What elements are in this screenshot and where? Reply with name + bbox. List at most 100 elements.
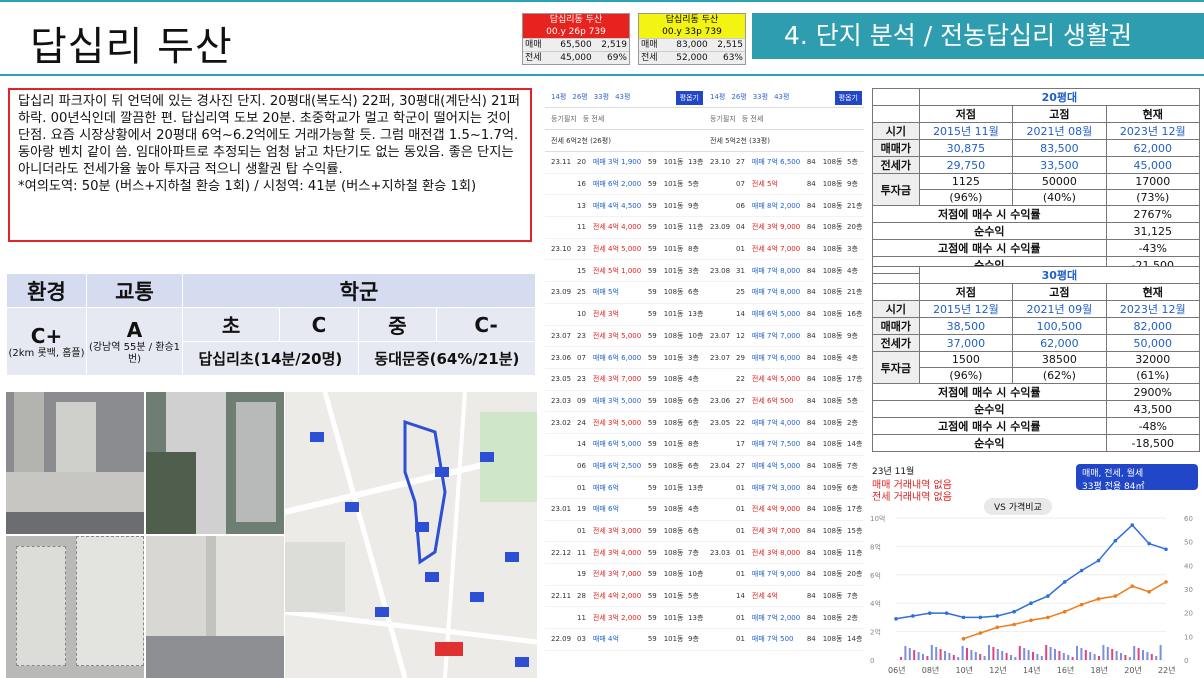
filter-jeonse[interactable]: 등 전세 (583, 114, 605, 124)
y2-tick-label: 40 (1184, 562, 1193, 570)
tab-33p[interactable]: 33평 (594, 92, 609, 102)
tx-area: 84 (806, 613, 816, 622)
transaction-row: 11 전세 4억 4,000 59 101동 11층 (545, 217, 705, 239)
listing-label: 전세 5억2천 (33평) (704, 130, 864, 152)
tx-floor: 7층 (688, 548, 699, 557)
transaction-list-33p: 14평 26평 33평 43평 평옵기 등기필지 등 전세 전세 5억2천 (3… (704, 86, 864, 651)
tab-43p[interactable]: 43평 (615, 92, 630, 102)
tx-price: 매매 4억 5,000 (751, 461, 801, 470)
transaction-row: 23.07 12 매매 7억 7,000 84 108동 9층 (704, 326, 864, 348)
tx-price: 매매 4억 4,500 (592, 201, 642, 210)
description-text: 답십리 파크자이 뒤 언덕에 있는 경사진 단지. 20평대(복도식) 22퍼,… (18, 94, 520, 177)
volume-bar (970, 650, 973, 660)
invest-cell: 50000 (1012, 173, 1107, 190)
elem-label: 초 (181, 307, 281, 342)
header-divider (0, 74, 1204, 76)
tx-price: 전세 3억 9,000 (751, 223, 801, 232)
tx-area: 84 (806, 440, 816, 449)
tx-area: 59 (647, 418, 657, 427)
location-map[interactable] (285, 392, 537, 678)
tx-date: 23.11 (551, 158, 572, 167)
tab-14p[interactable]: 14평 (710, 92, 725, 102)
invest-pct-cell: (40%) (1012, 189, 1107, 206)
section-title-bar: 4. 단지 분석 / 전농답십리 생활권 (752, 13, 1204, 59)
transaction-row: 22.12 11 전세 3억 4,000 59 108동 7층 (545, 542, 705, 565)
x-tick-label: 12년 (989, 665, 1007, 675)
tab-26p[interactable]: 26평 (731, 92, 746, 102)
price-chart: 23년 11월 매매 거래내역 없음 전세 거래내역 없음 매매, 전세, 월세… (866, 460, 1204, 678)
tx-date: 23.07 (551, 331, 572, 340)
volume-bar (1018, 646, 1021, 660)
volume-bar (961, 646, 964, 660)
tx-day: 25 (736, 288, 745, 297)
filter-registered[interactable]: 등기필지 (710, 114, 736, 124)
tx-floor: 6층 (688, 288, 699, 297)
traffic-grade-cell: A (강남역 55분 / 환승1번) (86, 307, 183, 376)
low-net-value: 43,500 (1105, 400, 1201, 418)
filter-jeonse[interactable]: 등 전세 (742, 114, 764, 124)
tx-area: 59 (647, 180, 657, 189)
tx-area: 84 (806, 548, 816, 557)
low-net-label: 순수익 (872, 222, 1107, 240)
y-tick-label: 8억 (870, 543, 881, 551)
tab-33p[interactable]: 33평 (753, 92, 768, 102)
tab-43p[interactable]: 43평 (774, 92, 789, 102)
size-button[interactable]: 평옵기 (834, 91, 862, 105)
tx-floor: 6층 (847, 483, 858, 492)
invest-pct-cell: (62%) (1012, 367, 1107, 384)
transaction-row: 23.02 24 전세 3억 5,000 59 108동 6층 (545, 412, 705, 434)
sale-cell: 83,500 (1012, 139, 1107, 157)
tx-dong: 108동 (663, 527, 684, 536)
time-cell: 2021년 08월 (1012, 122, 1107, 140)
tx-floor: 20층 (847, 570, 863, 579)
low-yield-label: 저점에 매수 시 수익률 (872, 383, 1107, 401)
tx-day: 27 (736, 396, 745, 405)
tx-dong: 108동 (822, 201, 843, 210)
size-button[interactable]: 평옵기 (675, 91, 703, 105)
mini-card-26p: 답십리동 두산 00.y 26p 739 매매 65,500 2,519 전세 45,0… (522, 13, 630, 65)
row-label-jeonse: 전세가 (872, 334, 920, 352)
tx-area: 84 (806, 570, 816, 579)
filter-registered[interactable]: 등기필지 (551, 114, 577, 124)
tx-dong: 101동 (663, 158, 684, 167)
volume-bar (900, 657, 902, 660)
transaction-row: 01 매매 6억 59 101동 13층 (545, 477, 705, 499)
tx-price: 매매 6억 (592, 483, 619, 492)
tx-date: 23.09 (551, 288, 572, 297)
volume-bar (1128, 657, 1131, 660)
tx-day: 01 (736, 613, 745, 622)
tx-date: 23.06 (551, 353, 572, 362)
tx-floor: 13층 (688, 483, 704, 492)
transaction-row: 01 전세 4억 7,000 84 108동 3층 (704, 239, 864, 261)
tx-floor: 9층 (847, 331, 858, 340)
col-header: 현재 (1105, 283, 1201, 301)
transaction-row: 23.06 07 매매 6억 6,000 59 101동 3층 (545, 347, 705, 369)
tx-price: 매매 3억 1,900 (592, 158, 642, 167)
y2-tick-label: 0 (1184, 657, 1188, 665)
tab-26p[interactable]: 26평 (572, 92, 587, 102)
tab-14p[interactable]: 14평 (551, 92, 566, 102)
tx-day: 07 (577, 353, 586, 362)
high-yield-value: -48% (1105, 417, 1201, 435)
tx-day: 23 (577, 331, 586, 340)
volume-bar (1071, 657, 1074, 660)
tx-date: 23.05 (710, 418, 731, 427)
transaction-row: 22.09 03 매매 4억 59 101동 9층 (545, 629, 705, 651)
time-cell: 2015년 11월 (918, 122, 1014, 140)
tx-price: 매매 7억 6,000 (751, 353, 801, 362)
transaction-row: 23.07 23 전세 3억 5,000 59 108동 10층 (545, 326, 705, 348)
transaction-row: 01 매매 7억 500 84 108동 14층 (704, 629, 864, 651)
tx-dong: 108동 (663, 375, 684, 384)
volume-bar (1137, 648, 1140, 660)
tx-dong: 108동 (822, 266, 843, 275)
tx-dong: 108동 (663, 570, 684, 579)
tx-floor: 3층 (688, 266, 699, 275)
mini-card-name: 답십리동 두산 (665, 15, 719, 25)
row-label-invest: 투자금 (872, 173, 920, 206)
high-yield-label: 고점에 매수 시 수익률 (872, 417, 1107, 435)
tx-floor: 13층 (688, 158, 704, 167)
apartment-photos (6, 392, 284, 678)
tx-floor: 2층 (847, 418, 858, 427)
volume-bar (1027, 650, 1030, 660)
volume-bar (1142, 650, 1144, 660)
